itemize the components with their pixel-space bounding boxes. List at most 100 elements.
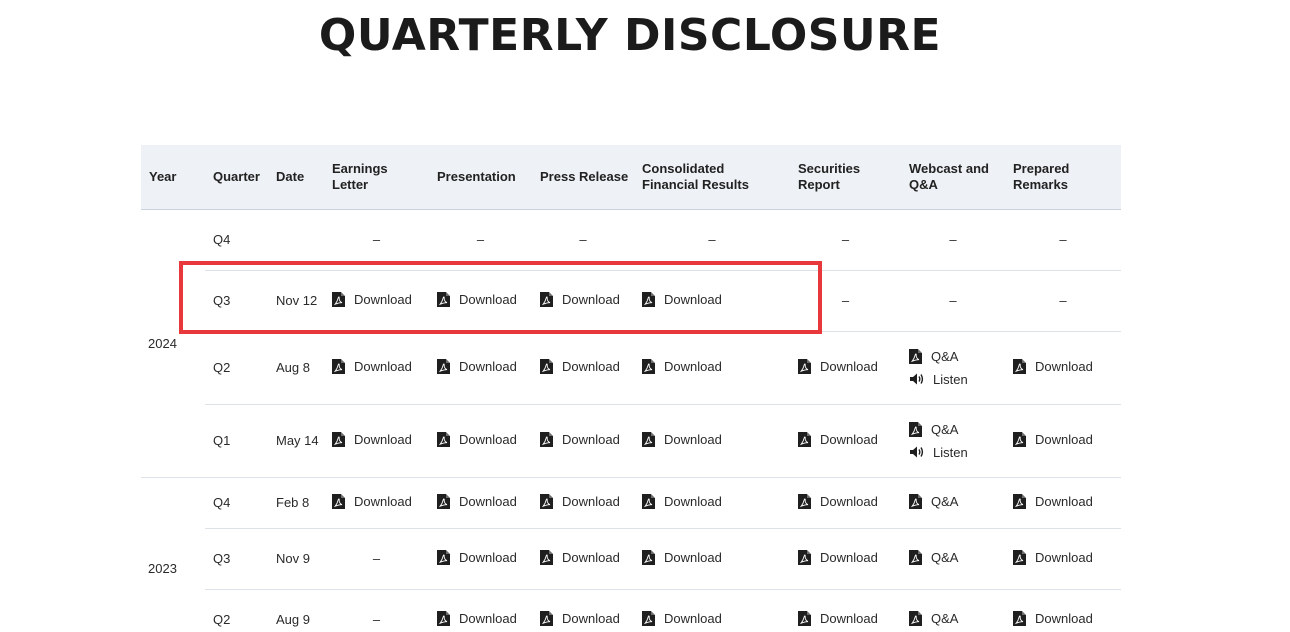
table-row: 2024 Q4 – – – – – – –	[141, 209, 1121, 351]
presentation-download-link[interactable]: Download	[437, 493, 517, 509]
press-release-download-link[interactable]: Download	[540, 549, 620, 565]
consolidated-download-link[interactable]: Download	[642, 358, 722, 374]
press-release-download-link[interactable]: Download	[540, 610, 620, 626]
webcast-qa-link[interactable]: Q&A	[909, 493, 958, 509]
pdf-icon	[1013, 494, 1026, 509]
webcast-qa-link[interactable]: Q&A	[909, 610, 958, 626]
pdf-icon	[798, 432, 811, 447]
pdf-icon	[332, 359, 345, 374]
date-cell: May 14	[268, 403, 324, 477]
col-header-press-release: Press Release	[532, 145, 634, 210]
pdf-icon	[332, 432, 345, 447]
table-row: Q2 Aug 9 – Download Download Download Do…	[141, 588, 1121, 632]
date-cell: Aug 9	[268, 588, 324, 632]
prepared-remarks-download-link[interactable]: Download	[1013, 493, 1093, 509]
earnings-letter-download-link[interactable]: Download	[332, 431, 412, 447]
earnings-letter-download-link[interactable]: Download	[332, 358, 412, 374]
presentation-download-link[interactable]: Download	[437, 549, 517, 565]
table-row: 2023 Q4 Feb 8 Download Download Download…	[141, 476, 1121, 632]
quarterly-disclosure-table: Year Quarter Date Earnings Letter Presen…	[141, 145, 1121, 632]
consolidated-download-link[interactable]: Download	[642, 549, 722, 565]
pdf-icon	[437, 611, 450, 626]
quarter-cell: Q3	[205, 269, 268, 331]
webcast-qa-link[interactable]: Q&A	[909, 549, 958, 565]
presentation-download-link[interactable]: Download	[437, 431, 517, 447]
date-cell: Nov 9	[268, 527, 324, 589]
securities-report-download-link[interactable]: Download	[798, 493, 878, 509]
pdf-icon	[437, 432, 450, 447]
table-row: Q1 May 14 Download Download Download Dow…	[141, 403, 1121, 477]
empty-cell: –	[790, 269, 901, 331]
pdf-icon	[1013, 550, 1026, 565]
webcast-listen-link[interactable]: Listen	[909, 372, 1005, 387]
consolidated-download-link[interactable]: Download	[642, 610, 722, 626]
securities-report-download-link[interactable]: Download	[798, 358, 878, 374]
press-release-download-link[interactable]: Download	[540, 493, 620, 509]
pdf-icon	[540, 359, 553, 374]
empty-cell: –	[1059, 232, 1067, 247]
webcast-listen-link[interactable]: Listen	[909, 445, 1005, 460]
consolidated-download-link[interactable]: Download	[642, 493, 722, 509]
earnings-letter-download-link[interactable]: Download	[332, 291, 412, 307]
consolidated-download-link[interactable]: Download	[642, 431, 722, 447]
empty-cell: –	[324, 588, 429, 632]
pdf-icon	[798, 494, 811, 509]
pdf-icon	[909, 550, 922, 565]
table-row: Q2 Aug 8 Download Download Download Down…	[141, 330, 1121, 404]
securities-report-download-link[interactable]: Download	[798, 431, 878, 447]
presentation-download-link[interactable]: Download	[437, 610, 517, 626]
quarter-cell: Q3	[205, 527, 268, 589]
empty-cell: –	[901, 269, 1005, 331]
col-header-webcast: Webcast and Q&A	[901, 145, 1005, 210]
pdf-icon	[642, 611, 655, 626]
prepared-remarks-download-link[interactable]: Download	[1013, 549, 1093, 565]
securities-report-download-link[interactable]: Download	[798, 549, 878, 565]
date-cell: Aug 8	[268, 330, 324, 404]
pdf-icon	[437, 359, 450, 374]
date-cell: Nov 12	[268, 269, 324, 331]
pdf-icon	[798, 359, 811, 374]
pdf-icon	[798, 550, 811, 565]
pdf-icon	[332, 494, 345, 509]
table-header-row: Year Quarter Date Earnings Letter Presen…	[141, 145, 1121, 210]
empty-cell: –	[1005, 269, 1121, 331]
prepared-remarks-download-link[interactable]: Download	[1013, 431, 1093, 447]
pdf-icon	[540, 432, 553, 447]
speaker-icon	[909, 372, 924, 386]
col-header-quarter: Quarter	[205, 145, 268, 210]
securities-report-download-link[interactable]: Download	[798, 610, 878, 626]
consolidated-download-link[interactable]: Download	[642, 291, 722, 307]
pdf-icon	[909, 349, 922, 364]
pdf-icon	[1013, 359, 1026, 374]
press-release-download-link[interactable]: Download	[540, 291, 620, 307]
quarter-cell: Q1	[205, 403, 268, 477]
presentation-download-link[interactable]: Download	[437, 358, 517, 374]
empty-cell: –	[949, 232, 957, 247]
date-cell: Feb 8	[268, 476, 324, 528]
webcast-qa-link[interactable]: Q&A	[909, 421, 1005, 437]
pdf-icon	[540, 550, 553, 565]
empty-cell: –	[708, 232, 716, 247]
year-cell: 2024	[148, 335, 177, 351]
pdf-icon	[332, 292, 345, 307]
table-row: Q3 Nov 12 Download Download Download Dow…	[141, 269, 1121, 331]
press-release-download-link[interactable]: Download	[540, 431, 620, 447]
empty-cell: –	[476, 232, 485, 247]
earnings-letter-download-link[interactable]: Download	[332, 493, 412, 509]
pdf-icon	[909, 422, 922, 437]
pdf-icon	[540, 611, 553, 626]
prepared-remarks-download-link[interactable]: Download	[1013, 358, 1093, 374]
table-row: Q3 Nov 9 – Download Download Download Do…	[141, 527, 1121, 589]
col-header-presentation: Presentation	[429, 145, 532, 210]
quarter-cell: Q2	[205, 330, 268, 404]
pdf-icon	[909, 494, 922, 509]
pdf-icon	[642, 494, 655, 509]
presentation-download-link[interactable]: Download	[437, 291, 517, 307]
col-header-year: Year	[141, 145, 205, 210]
press-release-download-link[interactable]: Download	[540, 358, 620, 374]
pdf-icon	[642, 432, 655, 447]
pdf-icon	[540, 292, 553, 307]
pdf-icon	[909, 611, 922, 626]
prepared-remarks-download-link[interactable]: Download	[1013, 610, 1093, 626]
webcast-qa-link[interactable]: Q&A	[909, 348, 1005, 364]
